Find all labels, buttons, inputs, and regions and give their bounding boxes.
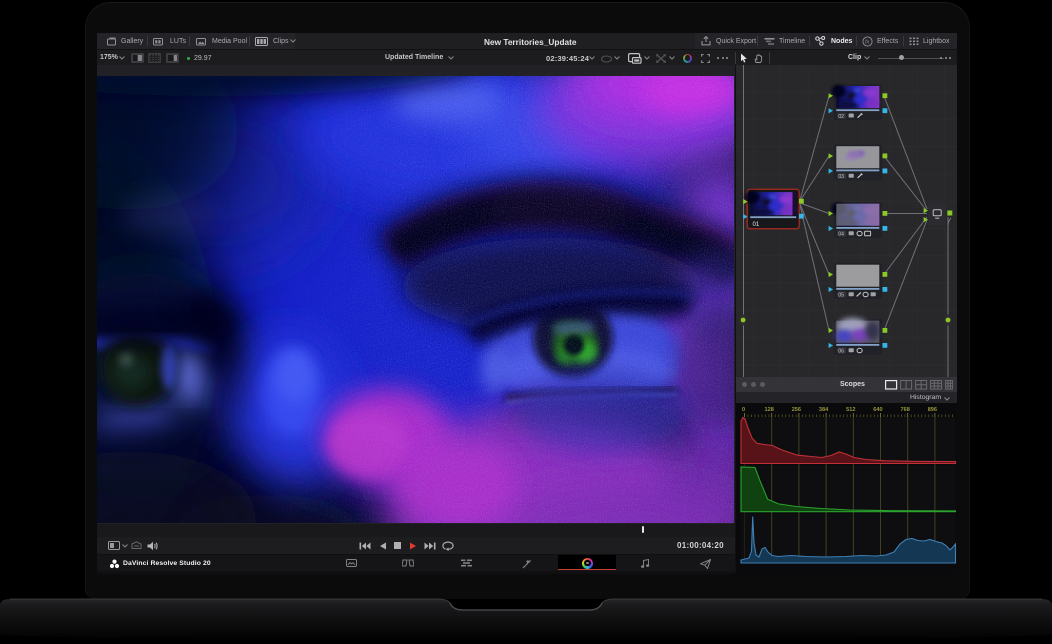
svg-text:06: 06 (838, 349, 844, 355)
svg-text:128: 128 (765, 407, 774, 413)
svg-text:640: 640 (873, 407, 882, 413)
svg-text:05: 05 (838, 293, 844, 299)
svg-text:0: 0 (742, 407, 745, 413)
svg-text:384: 384 (819, 407, 829, 413)
svg-text:896: 896 (928, 407, 937, 413)
svg-text:04: 04 (838, 232, 844, 238)
svg-text:01: 01 (753, 222, 760, 228)
svg-text:fx: fx (865, 40, 870, 46)
svg-text:02: 02 (838, 114, 844, 120)
svg-text:512: 512 (846, 407, 855, 413)
svg-text:256: 256 (792, 407, 801, 413)
svg-text:768: 768 (901, 407, 910, 413)
svg-text:03: 03 (838, 174, 844, 180)
